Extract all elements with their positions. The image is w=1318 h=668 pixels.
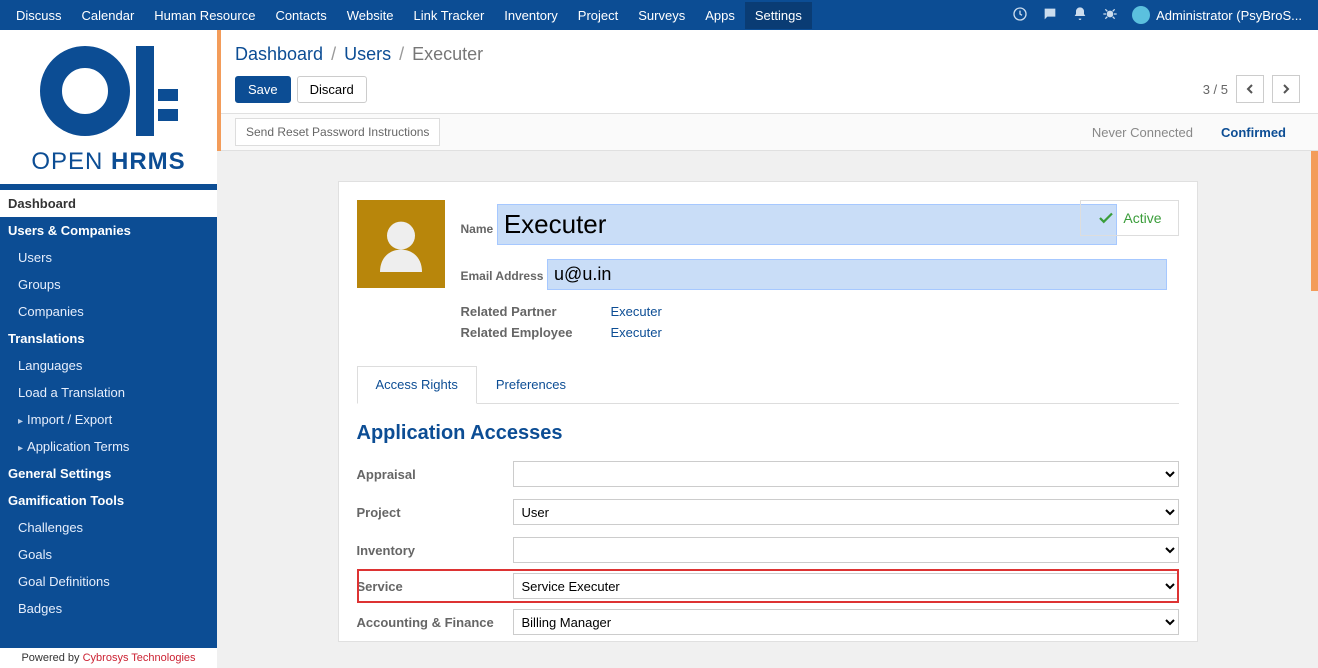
- topmenu-inventory[interactable]: Inventory: [494, 2, 567, 29]
- access-table: Appraisal ProjectUser Inventory ServiceServ…: [357, 455, 1179, 641]
- access-label: Appraisal: [357, 467, 513, 482]
- breadcrumb-dashboard[interactable]: Dashboard: [235, 44, 323, 65]
- chat-icon[interactable]: [1042, 6, 1058, 25]
- breadcrumb-users[interactable]: Users: [344, 44, 391, 65]
- access-select-inventory[interactable]: [513, 537, 1179, 563]
- breadcrumb: Dashboard / Users / Executer: [217, 30, 1318, 69]
- name-input[interactable]: [497, 204, 1117, 245]
- active-label: Active: [1123, 210, 1161, 226]
- email-input[interactable]: [547, 259, 1167, 290]
- topmenu-project[interactable]: Project: [568, 2, 628, 29]
- sidebar-item-users[interactable]: Users: [0, 244, 217, 271]
- access-row-project: ProjectUser: [357, 493, 1179, 531]
- bell-icon[interactable]: [1072, 6, 1088, 25]
- access-select-appraisal[interactable]: [513, 461, 1179, 487]
- sidebar-item-badges[interactable]: Badges: [0, 595, 217, 622]
- access-select-accounting-finance[interactable]: Billing Manager: [513, 609, 1179, 635]
- user-label: Administrator (PsyBroS...: [1156, 8, 1302, 23]
- clock-icon[interactable]: [1012, 6, 1028, 25]
- sidebar-item-goals[interactable]: Goals: [0, 541, 217, 568]
- access-label: Accounting & Finance: [357, 615, 513, 630]
- top-menu: DiscussCalendarHuman ResourceContactsWeb…: [6, 2, 812, 29]
- discard-button[interactable]: Discard: [297, 76, 367, 103]
- action-row: Save Discard 3 / 5: [217, 69, 1318, 113]
- status-confirmed[interactable]: Confirmed: [1207, 117, 1300, 148]
- topmenu-link-tracker[interactable]: Link Tracker: [403, 2, 494, 29]
- edit-indicator-right: [1311, 151, 1318, 291]
- content: Dashboard / Users / Executer Save Discar…: [217, 30, 1318, 668]
- access-label: Inventory: [357, 543, 513, 558]
- powered-link[interactable]: Cybrosys Technologies: [83, 652, 196, 664]
- breadcrumb-sep: /: [399, 44, 404, 65]
- sidebar: OPEN HRMS DashboardUsers & CompaniesUser…: [0, 30, 217, 668]
- access-select-project[interactable]: User: [513, 499, 1179, 525]
- pager: 3 / 5: [1203, 75, 1300, 103]
- user-avatar[interactable]: [357, 200, 445, 288]
- reset-password-button[interactable]: Send Reset Password Instructions: [235, 118, 440, 146]
- active-badge[interactable]: Active: [1080, 200, 1178, 236]
- tabs: Access Rights Preferences: [357, 366, 1179, 404]
- bug-icon[interactable]: [1102, 6, 1118, 25]
- form-sheet: Active Name Email Address Related: [338, 181, 1198, 642]
- save-button[interactable]: Save: [235, 76, 291, 103]
- topmenu-human-resource[interactable]: Human Resource: [144, 2, 265, 29]
- pager-prev-button[interactable]: [1236, 75, 1264, 103]
- logo-text1: OPEN: [31, 148, 111, 175]
- section-title: Application Accesses: [357, 422, 1179, 445]
- top-right: Administrator (PsyBroS...: [1012, 6, 1312, 25]
- sidebar-header-dashboard[interactable]: Dashboard: [0, 190, 217, 217]
- sidebar-item-languages[interactable]: Languages: [0, 352, 217, 379]
- email-label: Email Address: [461, 269, 544, 283]
- access-row-inventory: Inventory: [357, 531, 1179, 569]
- access-row-accounting-finance: Accounting & FinanceBilling Manager: [357, 603, 1179, 641]
- topmenu-surveys[interactable]: Surveys: [628, 2, 695, 29]
- logo: OPEN HRMS: [0, 30, 217, 184]
- topmenu-website[interactable]: Website: [337, 2, 404, 29]
- sidebar-item-application-terms[interactable]: Application Terms: [0, 433, 217, 460]
- sidebar-item-groups[interactable]: Groups: [0, 271, 217, 298]
- breadcrumb-current: Executer: [412, 44, 483, 65]
- sidebar-item-import-export[interactable]: Import / Export: [0, 406, 217, 433]
- access-label: Project: [357, 505, 513, 520]
- name-label: Name: [461, 222, 494, 236]
- avatar-icon: [1132, 6, 1150, 24]
- sidebar-footer: Powered by Cybrosys Technologies: [0, 648, 217, 668]
- related-employee-link[interactable]: Executer: [611, 325, 662, 340]
- status-never-connected[interactable]: Never Connected: [1078, 117, 1207, 148]
- sidebar-nav: DashboardUsers & CompaniesUsersGroupsCom…: [0, 184, 217, 622]
- sidebar-header-translations[interactable]: Translations: [0, 325, 217, 352]
- tab-preferences[interactable]: Preferences: [477, 366, 585, 403]
- topmenu-settings[interactable]: Settings: [745, 2, 812, 29]
- breadcrumb-sep: /: [331, 44, 336, 65]
- access-row-appraisal: Appraisal: [357, 455, 1179, 493]
- topmenu-discuss[interactable]: Discuss: [6, 2, 72, 29]
- related-employee-label: Related Employee: [461, 325, 611, 340]
- check-icon: [1097, 209, 1115, 227]
- related-partner-link[interactable]: Executer: [611, 304, 662, 319]
- top-menu-bar: DiscussCalendarHuman ResourceContactsWeb…: [0, 0, 1318, 30]
- sidebar-header-general-settings[interactable]: General Settings: [0, 460, 217, 487]
- sidebar-header-gamification-tools[interactable]: Gamification Tools: [0, 487, 217, 514]
- related-partner-label: Related Partner: [461, 304, 611, 319]
- sidebar-header-users-companies[interactable]: Users & Companies: [0, 217, 217, 244]
- topmenu-calendar[interactable]: Calendar: [72, 2, 145, 29]
- pager-text: 3 / 5: [1203, 82, 1228, 97]
- user-menu[interactable]: Administrator (PsyBroS...: [1132, 6, 1302, 24]
- sub-header: Send Reset Password Instructions Never C…: [217, 113, 1318, 151]
- sidebar-item-goal-definitions[interactable]: Goal Definitions: [0, 568, 217, 595]
- form-area: Active Name Email Address Related: [217, 151, 1318, 668]
- powered-prefix: Powered by: [21, 652, 82, 664]
- topmenu-apps[interactable]: Apps: [695, 2, 745, 29]
- pager-next-button[interactable]: [1272, 75, 1300, 103]
- access-select-service[interactable]: Service Executer: [513, 573, 1179, 599]
- topmenu-contacts[interactable]: Contacts: [265, 2, 336, 29]
- sidebar-item-load-a-translation[interactable]: Load a Translation: [0, 379, 217, 406]
- sidebar-item-challenges[interactable]: Challenges: [0, 514, 217, 541]
- access-row-service: ServiceService Executer: [357, 569, 1179, 603]
- tab-access-rights[interactable]: Access Rights: [357, 366, 477, 404]
- access-label: Service: [357, 579, 513, 594]
- sidebar-item-companies[interactable]: Companies: [0, 298, 217, 325]
- logo-text2: HRMS: [111, 148, 186, 175]
